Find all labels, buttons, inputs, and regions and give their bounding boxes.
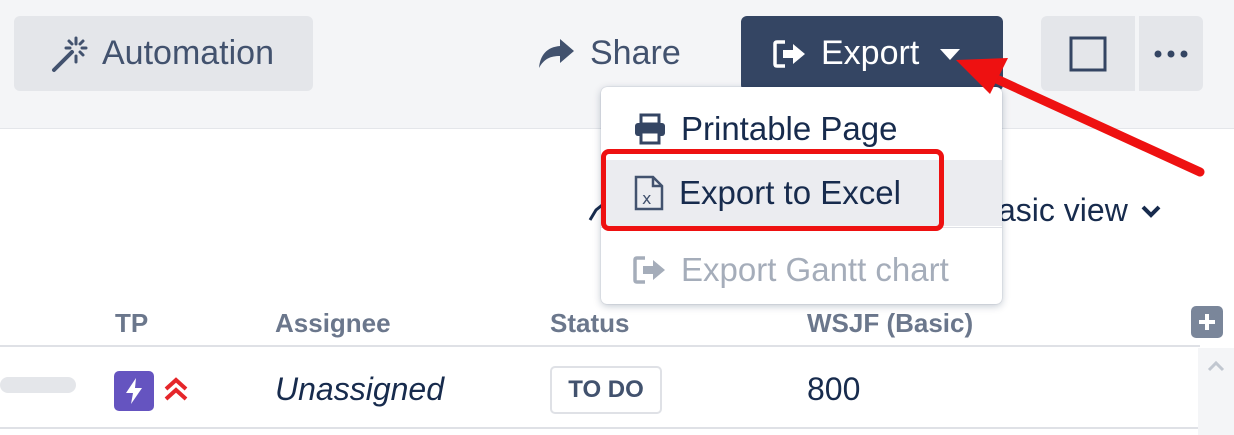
vertical-scrollbar[interactable] [1198,348,1234,435]
column-header-assignee[interactable]: Assignee [275,308,391,339]
chevron-down-icon [1140,204,1162,218]
row-divider [0,427,1200,429]
add-column-button[interactable] [1191,306,1223,338]
menu-item-export-gantt-chart[interactable]: Export Gantt chart [601,237,1002,303]
menu-item-label: Printable Page [681,110,898,147]
lightning-icon [114,371,154,411]
share-arrow-icon [536,37,576,71]
view-label: asic view [998,192,1128,228]
table-header-divider [0,345,1200,347]
priority-highest-icon [162,375,190,403]
printer-icon [633,113,667,145]
export-icon [633,255,667,285]
annotation-arrow [956,58,1205,177]
plus-icon [1197,312,1217,332]
assignee-cell[interactable]: Unassigned [275,371,444,408]
export-icon [773,39,807,69]
share-button[interactable]: Share [536,16,696,91]
column-header-tp[interactable]: TP [115,308,148,339]
automation-button[interactable]: Automation [14,16,313,91]
status-badge[interactable]: TO DO [550,366,662,414]
share-label: Share [590,34,681,72]
automation-label: Automation [102,34,274,72]
column-header-status[interactable]: Status [550,308,629,339]
view-selector[interactable]: asic view [998,192,1162,229]
annotation-highlight-box [601,149,944,231]
menu-item-label: Export Gantt chart [681,251,949,288]
export-label: Export [821,34,920,72]
column-header-wsjf[interactable]: WSJF (Basic) [807,308,973,339]
magic-wand-icon [48,34,88,74]
scroll-up-icon[interactable] [1207,360,1225,372]
summary-placeholder [0,377,76,393]
wsjf-cell: 800 [807,371,861,407]
